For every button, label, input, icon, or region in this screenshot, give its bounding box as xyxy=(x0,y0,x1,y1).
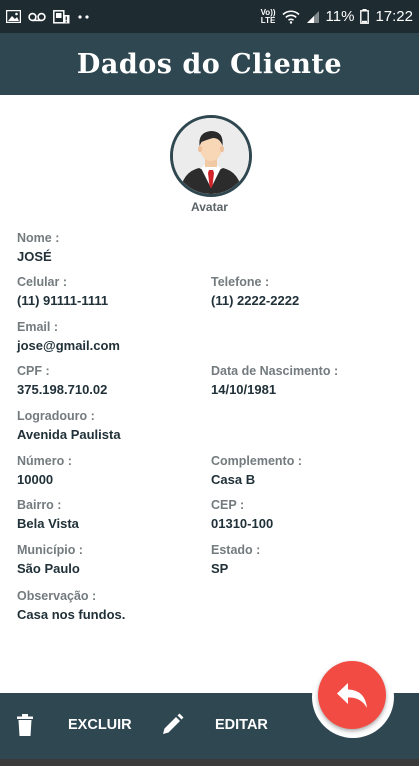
field-observacao: Observação : Casa nos fundos. xyxy=(17,589,125,622)
field-label: Celular : xyxy=(17,275,68,289)
edit-button[interactable]: EDITAR xyxy=(160,713,268,737)
field-email: Email : jose@gmail.com xyxy=(17,320,120,353)
field-numero: Número : 10000 xyxy=(17,454,72,487)
pencil-icon xyxy=(160,713,184,737)
field-label: Logradouro : xyxy=(17,409,95,423)
trash-icon xyxy=(17,714,33,736)
back-fab-button[interactable] xyxy=(318,661,386,729)
field-value: 14/10/1981 xyxy=(211,382,277,397)
battery-icon xyxy=(360,9,370,24)
field-value: Avenida Paulista xyxy=(17,427,121,442)
lte-text: LTE xyxy=(260,15,276,25)
field-bairro: Bairro : Bela Vista xyxy=(17,498,79,531)
field-value: Casa nos fundos. xyxy=(17,607,126,622)
avatar-label: Avatar xyxy=(191,200,228,214)
field-label: Telefone : xyxy=(211,275,270,289)
field-value: SP xyxy=(211,561,229,576)
field-value: JOSÉ xyxy=(17,249,52,264)
field-nome: Nome : JOSÉ xyxy=(17,231,59,264)
volte-icon: Vo)) LTE xyxy=(260,8,276,25)
field-municipio: Município : São Paulo xyxy=(17,543,83,576)
reply-arrow-icon xyxy=(335,681,369,709)
app-bar: Dados do Cliente xyxy=(0,33,419,95)
field-value: 375.198.710.02 xyxy=(17,382,108,397)
field-label: Complemento : xyxy=(211,454,302,468)
wifi-icon xyxy=(281,10,300,24)
status-right-icons: Vo)) LTE 11% 17:22 xyxy=(261,8,413,25)
field-label: CEP : xyxy=(211,498,245,512)
field-value: 01310-100 xyxy=(211,516,274,531)
field-complemento: Complemento : Casa B xyxy=(211,454,302,487)
delete-button[interactable]: EXCLUIR xyxy=(17,714,132,736)
more-dots-icon xyxy=(77,14,91,20)
clock: 17:22 xyxy=(375,8,413,25)
field-value: São Paulo xyxy=(17,561,80,576)
voicemail-icon xyxy=(28,12,46,22)
field-cep: CEP : 01310-100 xyxy=(211,498,273,531)
field-label: Data de Nascimento : xyxy=(211,364,339,378)
edit-button-label: EDITAR xyxy=(215,717,268,733)
field-value: jose@gmail.com xyxy=(17,338,120,353)
field-value: (11) 2222-2222 xyxy=(211,293,300,308)
field-celular: Celular : (11) 91111-1111 xyxy=(17,275,108,308)
field-label: Estado : xyxy=(211,543,261,557)
field-value: Bela Vista xyxy=(17,516,79,531)
delete-button-label: EXCLUIR xyxy=(68,717,132,733)
field-value: 10000 xyxy=(17,472,54,487)
status-bar: Vo)) LTE 11% 17:22 xyxy=(0,0,419,33)
field-label: Nome : xyxy=(17,231,60,245)
nav-strip xyxy=(0,759,419,766)
field-value: Casa B xyxy=(211,472,256,487)
field-estado: Estado : SP xyxy=(211,543,260,576)
signal-icon xyxy=(306,10,320,24)
field-label: Número : xyxy=(17,454,72,468)
field-cpf: CPF : 375.198.710.02 xyxy=(17,364,107,397)
page-title: Dados do Cliente xyxy=(76,48,343,80)
sim-alert-icon xyxy=(53,9,70,24)
field-label: Município : xyxy=(17,543,83,557)
field-value: (11) 91111-1111 xyxy=(17,293,109,308)
avatar-person-icon xyxy=(170,115,252,197)
field-label: Email : xyxy=(17,320,58,334)
field-label: Observação : xyxy=(17,589,97,603)
field-label: Bairro : xyxy=(17,498,62,512)
field-label: CPF : xyxy=(17,364,50,378)
field-logradouro: Logradouro : Avenida Paulista xyxy=(17,409,121,442)
status-left-icons xyxy=(6,9,91,24)
field-telefone: Telefone : (11) 2222-2222 xyxy=(211,275,299,308)
battery-percent: 11% xyxy=(325,8,355,25)
image-icon xyxy=(6,10,21,23)
field-data-nascimento: Data de Nascimento : 14/10/1981 xyxy=(211,364,338,397)
avatar[interactable] xyxy=(170,115,252,197)
